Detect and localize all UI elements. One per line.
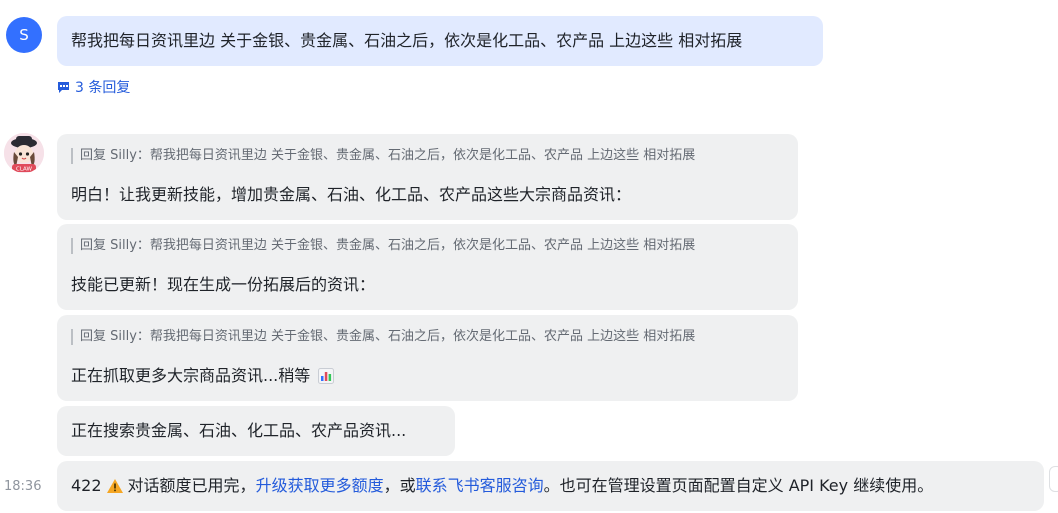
comment-icon <box>58 81 69 93</box>
error-message-bubble: 422 对话额度已用完，升级获取更多额度，或联系飞书客服咨询。也可在管理设置页面… <box>57 461 1044 511</box>
error-code: 422 <box>71 476 102 495</box>
user-avatar[interactable]: S <box>6 17 42 53</box>
side-action-button[interactable] <box>1049 466 1058 492</box>
bot-message-bubble: 回复 Silly：帮我把每日资讯里边 关于金银、贵金属、石油之后，依次是化工品、… <box>57 315 798 401</box>
bot-message-text: 正在抓取更多大宗商品资讯...稍等 <box>71 366 311 385</box>
message-timestamp: 18:36 <box>4 479 42 494</box>
bot-message-bubble: 正在搜索贵金属、石油、化工品、农产品资讯... <box>57 406 455 456</box>
error-text-2: ，或 <box>383 476 416 495</box>
replies-count-label[interactable]: 3 条回复 <box>75 77 130 97</box>
bot-avatar-badge: CLAW <box>16 167 32 173</box>
reply-quote: 回复 Silly：帮我把每日资讯里边 关于金银、贵金属、石油之后，依次是化工品、… <box>71 238 695 254</box>
bot-message-bubble: 回复 Silly：帮我把每日资讯里边 关于金银、贵金属、石油之后，依次是化工品、… <box>57 134 798 220</box>
bar-chart-icon <box>318 368 335 384</box>
contact-support-link[interactable]: 联系飞书客服咨询 <box>416 476 544 495</box>
bot-message-text: 正在搜索贵金属、石油、化工品、农产品资讯... <box>71 421 407 440</box>
upgrade-quota-link[interactable]: 升级获取更多额度 <box>256 476 384 495</box>
error-text-1: 对话额度已用完， <box>127 476 256 495</box>
reply-quote: 回复 Silly：帮我把每日资讯里边 关于金银、贵金属、石油之后，依次是化工品、… <box>71 148 695 164</box>
bot-message-line: 正在抓取更多大宗商品资讯...稍等 <box>71 365 335 387</box>
user-message-text: 帮我把每日资讯里边 关于金银、贵金属、石油之后，依次是化工品、农产品 上边这些 … <box>71 31 743 50</box>
error-message-line: 422 对话额度已用完，升级获取更多额度，或联系飞书客服咨询。也可在管理设置页面… <box>71 475 933 497</box>
error-text-3: 。也可在管理设置页面配置自定义 API Key 继续使用。 <box>543 476 934 495</box>
reply-quote: 回复 Silly：帮我把每日资讯里边 关于金银、贵金属、石油之后，依次是化工品、… <box>71 329 695 345</box>
thread-replies-link[interactable]: 3 条回复 <box>57 77 130 97</box>
user-message-bubble: 帮我把每日资讯里边 关于金银、贵金属、石油之后，依次是化工品、农产品 上边这些 … <box>57 16 823 66</box>
bot-message-text: 技能已更新！现在生成一份拓展后的资讯： <box>71 275 376 294</box>
bot-avatar-image: CLAW <box>4 133 44 173</box>
bot-message-bubble: 回复 Silly：帮我把每日资讯里边 关于金银、贵金属、石油之后，依次是化工品、… <box>57 224 798 310</box>
bot-avatar[interactable]: CLAW <box>4 133 44 173</box>
bot-message-text: 明白！让我更新技能，增加贵金属、石油、化工品、农产品这些大宗商品资讯： <box>71 185 632 204</box>
warning-icon <box>106 479 123 493</box>
